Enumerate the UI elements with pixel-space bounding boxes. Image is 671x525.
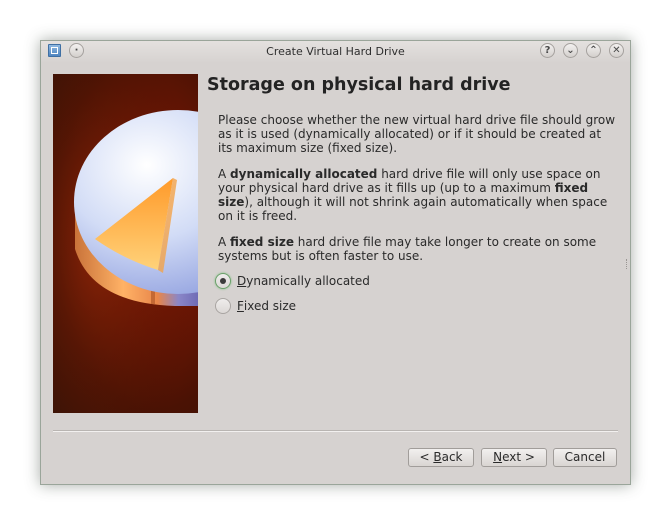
- close-icon: ✕: [612, 45, 621, 56]
- next-label: ext >: [502, 450, 535, 464]
- cancel-button[interactable]: Cancel: [553, 448, 617, 467]
- dynamic-text-bold1: dynamically allocated: [230, 167, 378, 181]
- dynamic-text-d: ), although it will not shrink again aut…: [218, 195, 608, 223]
- back-prefix: <: [419, 450, 434, 464]
- dynamic-text-a: A: [218, 167, 231, 181]
- minimize-icon: ⌄: [566, 45, 575, 56]
- wizard-side-image: [53, 74, 198, 413]
- maximize-button[interactable]: ⌃: [586, 43, 601, 58]
- resize-grip[interactable]: [626, 259, 630, 269]
- dialog-window: · Create Virtual Hard Drive ? ⌄ ⌃ ✕ Stor…: [40, 40, 631, 485]
- option-dynamically-allocated[interactable]: Dynamically allocated: [215, 272, 370, 290]
- option-fixed-size[interactable]: Fixed size: [215, 297, 296, 315]
- radio-dynamic[interactable]: [215, 273, 231, 289]
- intro-paragraph: Please choose whether the new virtual ha…: [218, 113, 616, 155]
- dynamic-mnemonic: D: [237, 274, 247, 288]
- footer-divider: [53, 430, 618, 432]
- back-button[interactable]: < Back: [408, 448, 474, 467]
- dynamic-description: A dynamically allocated hard drive file …: [218, 167, 618, 223]
- fixed-text-bold: fixed size: [230, 235, 294, 249]
- next-mnemonic: N: [493, 450, 503, 464]
- minimize-button[interactable]: ⌄: [563, 43, 578, 58]
- help-icon: ?: [544, 45, 551, 56]
- fixed-text-a: A: [218, 235, 231, 249]
- fixed-label: ixed size: [243, 299, 297, 313]
- help-button[interactable]: ?: [540, 43, 555, 58]
- next-button[interactable]: Next >: [481, 448, 547, 467]
- disk-pie-illustration-icon: [53, 74, 198, 413]
- page-title: Storage on physical hard drive: [207, 75, 511, 95]
- fixed-description: A fixed size hard drive file may take lo…: [218, 235, 618, 263]
- radio-fixed[interactable]: [215, 298, 231, 314]
- maximize-icon: ⌃: [589, 45, 598, 56]
- dynamic-label: ynamically allocated: [246, 274, 370, 288]
- fixed-mnemonic: F: [237, 299, 244, 313]
- back-label: ack: [441, 450, 463, 464]
- title-bar[interactable]: · Create Virtual Hard Drive ? ⌄ ⌃ ✕: [41, 41, 630, 63]
- close-button[interactable]: ✕: [609, 43, 624, 58]
- back-mnemonic: B: [433, 450, 442, 464]
